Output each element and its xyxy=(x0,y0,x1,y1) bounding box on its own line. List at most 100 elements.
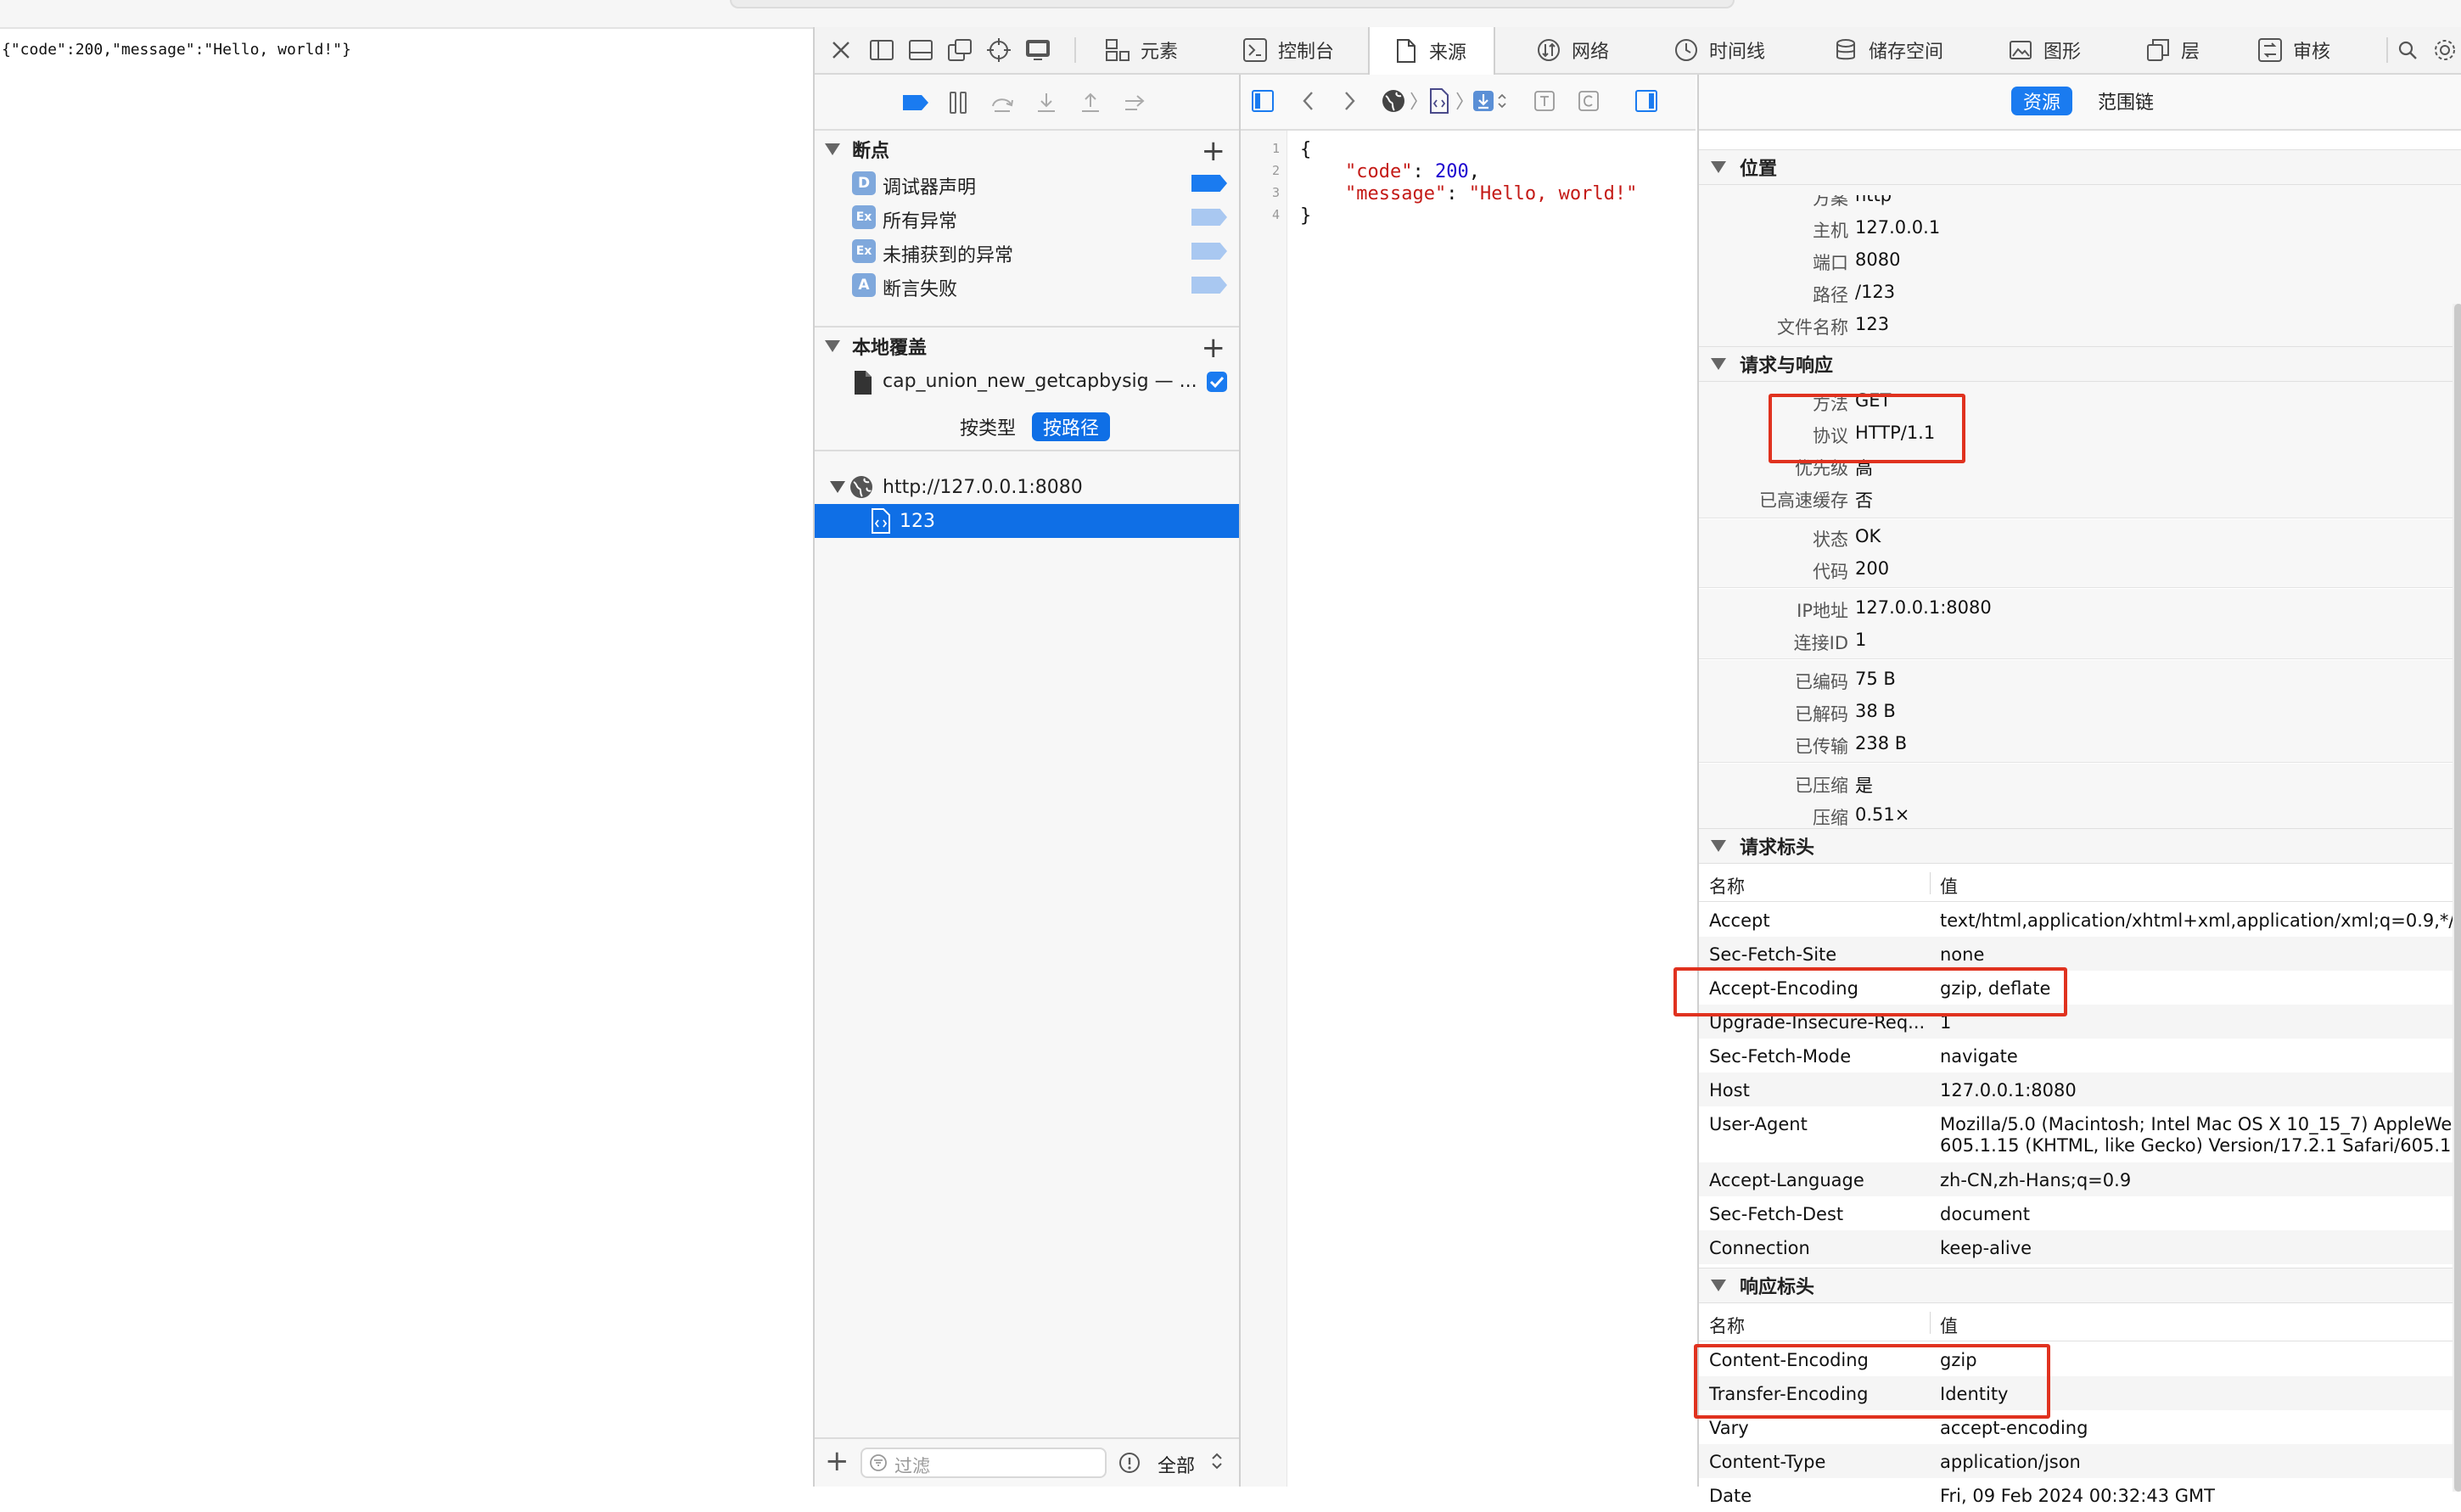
disclosure-triangle-icon[interactable] xyxy=(830,481,845,493)
tree-origin-row[interactable]: http://127.0.0.1:8080 xyxy=(815,470,1239,504)
response-headers-section-header[interactable]: 响应标头 xyxy=(1699,1268,2461,1303)
pause-icon[interactable] xyxy=(944,88,973,117)
sidebar-toggle-left-icon[interactable] xyxy=(1249,87,1276,115)
column-value[interactable]: 值 xyxy=(1940,873,1958,899)
step-icon[interactable] xyxy=(1120,88,1149,117)
step-over-icon[interactable] xyxy=(988,88,1017,117)
step-out-icon[interactable] xyxy=(1076,88,1105,117)
code-line[interactable]: } xyxy=(1300,205,1311,227)
column-value[interactable]: 值 xyxy=(1940,1313,1958,1338)
tree-file-row[interactable]: 123 xyxy=(815,504,1239,538)
scrollbar-thumb[interactable] xyxy=(2454,304,2461,1492)
table-row[interactable]: Sec-Fetch-Site none xyxy=(1699,937,2461,971)
tab-audit[interactable]: 审核 xyxy=(2256,27,2330,73)
add-override-plus-icon[interactable]: + xyxy=(1202,331,1226,365)
dock-left-icon[interactable] xyxy=(867,36,896,64)
breakpoints-section-header[interactable]: 断点 + xyxy=(815,132,1239,168)
request-response-section-header[interactable]: 请求与响应 xyxy=(1699,346,2461,382)
table-row[interactable]: Content-Type application/json xyxy=(1699,1444,2461,1478)
close-icon[interactable] xyxy=(827,36,855,64)
table-row[interactable]: Upgrade-Insecure-Req... 1 xyxy=(1699,1005,2461,1039)
disclosure-triangle-icon[interactable] xyxy=(825,340,840,352)
resource-file-icon[interactable] xyxy=(1426,87,1453,115)
column-name[interactable]: 名称 xyxy=(1709,1313,1745,1338)
issues-info-icon[interactable] xyxy=(1118,1452,1141,1477)
table-row[interactable]: User-Agent Mozilla/5.0 (Macintosh; Intel … xyxy=(1699,1106,2461,1162)
tab-resource[interactable]: 资源 xyxy=(2011,87,2073,115)
tab-console[interactable]: 控制台 xyxy=(1241,27,1334,73)
code-line[interactable]: "code": 200, xyxy=(1300,161,1480,182)
local-overrides-section-header[interactable]: 本地覆盖 + xyxy=(815,329,1239,365)
text-format-icon[interactable] xyxy=(1531,87,1558,115)
table-row[interactable]: Accept-Language zh-CN,zh-Hans;q=0.9 xyxy=(1699,1162,2461,1196)
disclosure-triangle-icon[interactable] xyxy=(1711,840,1726,852)
table-row[interactable]: Sec-Fetch-Mode navigate xyxy=(1699,1039,2461,1072)
gear-icon[interactable] xyxy=(2430,36,2459,64)
breakpoint-item[interactable]: Ex 所有异常 xyxy=(815,200,1239,234)
search-icon[interactable] xyxy=(2393,36,2422,64)
table-row[interactable]: Connection keep-alive xyxy=(1699,1230,2461,1264)
filter-field[interactable]: 过滤 xyxy=(861,1448,1107,1478)
graphics-icon xyxy=(2006,36,2035,64)
disclosure-triangle-icon[interactable] xyxy=(1711,358,1726,370)
tab-timeline[interactable]: 时间线 xyxy=(1672,27,1765,73)
dock-bottom-icon[interactable] xyxy=(906,36,935,64)
field-label: 状态 xyxy=(1813,529,1848,550)
code-line[interactable]: { xyxy=(1300,139,1311,160)
sidebar-toggle-right-icon[interactable] xyxy=(1633,87,1660,115)
crosshair-icon[interactable] xyxy=(984,36,1013,64)
location-section-header[interactable]: 位置 xyxy=(1699,149,2461,185)
tab-layers[interactable]: 层 xyxy=(2144,27,2200,73)
table-row[interactable]: Content-Encoding gzip xyxy=(1699,1342,2461,1376)
device-icon[interactable] xyxy=(1023,36,1052,64)
breakpoints-toggle-icon[interactable] xyxy=(901,88,930,117)
override-item[interactable]: cap_union_new_getcapbysig — ... xyxy=(815,365,1239,399)
add-plus-icon[interactable]: + xyxy=(825,1444,849,1478)
back-chevron-icon[interactable] xyxy=(1295,87,1322,115)
code-line[interactable]: "message": "Hello, world!" xyxy=(1300,183,1637,204)
breakpoint-flag-icon[interactable] xyxy=(1191,277,1227,294)
scope-selector[interactable]: 全部 xyxy=(1158,1451,1195,1478)
override-checkbox[interactable] xyxy=(1207,372,1227,392)
step-into-icon[interactable] xyxy=(1032,88,1061,117)
tab-sources[interactable]: 来源 xyxy=(1368,27,1495,75)
section-title: 请求与响应 xyxy=(1740,356,1834,377)
add-breakpoint-plus-icon[interactable]: + xyxy=(1202,134,1226,168)
table-row[interactable]: Host 127.0.0.1:8080 xyxy=(1699,1072,2461,1106)
tab-storage[interactable]: 储存空间 xyxy=(1831,27,1943,73)
disclosure-triangle-icon[interactable] xyxy=(1711,1280,1726,1291)
group-by-type-button[interactable]: 按类型 xyxy=(947,412,1029,441)
json-key: "code" xyxy=(1344,161,1413,182)
table-row[interactable]: Date Fri, 09 Feb 2024 00:32:43 GMT xyxy=(1699,1478,2461,1512)
detach-window-icon[interactable] xyxy=(945,36,974,64)
chevron-updown-icon[interactable] xyxy=(1494,87,1511,115)
breakpoint-flag-icon[interactable] xyxy=(1191,209,1227,226)
tab-elements[interactable]: 元素 xyxy=(1103,27,1178,73)
chevron-updown-icon[interactable] xyxy=(1210,1449,1224,1476)
disclosure-triangle-icon[interactable] xyxy=(825,143,840,155)
breakpoint-flag-icon[interactable] xyxy=(1191,243,1227,260)
table-row[interactable]: Accept text/html,application/xhtml+xml,ap… xyxy=(1699,903,2461,937)
group-by-path-button[interactable]: 按路径 xyxy=(1032,412,1110,441)
tab-scope-chain[interactable]: 范围链 xyxy=(2086,87,2166,115)
table-row[interactable]: Sec-Fetch-Dest document xyxy=(1699,1196,2461,1230)
tab-network[interactable]: 网络 xyxy=(1534,27,1609,73)
request-headers-section-header[interactable]: 请求标头 xyxy=(1699,828,2461,864)
column-name[interactable]: 名称 xyxy=(1709,873,1745,899)
field-value: 0.51× xyxy=(1855,804,1910,825)
table-row[interactable]: Accept-Encoding gzip, deflate xyxy=(1699,971,2461,1005)
header-value: document xyxy=(1940,1204,2030,1224)
header-name: User-Agent xyxy=(1709,1114,1808,1134)
breakpoint-item[interactable]: D 调试器声明 xyxy=(815,166,1239,200)
breakpoint-item[interactable]: A 断言失败 xyxy=(815,268,1239,302)
breakpoint-item[interactable]: Ex 未捕获到的异常 xyxy=(815,234,1239,268)
table-row[interactable]: Transfer-Encoding Identity xyxy=(1699,1376,2461,1410)
forward-chevron-icon[interactable] xyxy=(1336,87,1363,115)
table-row[interactable]: Vary accept-encoding xyxy=(1699,1410,2461,1444)
disclosure-triangle-icon[interactable] xyxy=(1711,161,1726,173)
tab-graphics[interactable]: 图形 xyxy=(2006,27,2081,73)
response-headers-column-header: 名称 值 xyxy=(1699,1303,2461,1341)
json-separator: : xyxy=(1412,161,1435,182)
copy-content-icon[interactable] xyxy=(1575,87,1602,115)
breakpoint-flag-icon[interactable] xyxy=(1191,175,1227,192)
